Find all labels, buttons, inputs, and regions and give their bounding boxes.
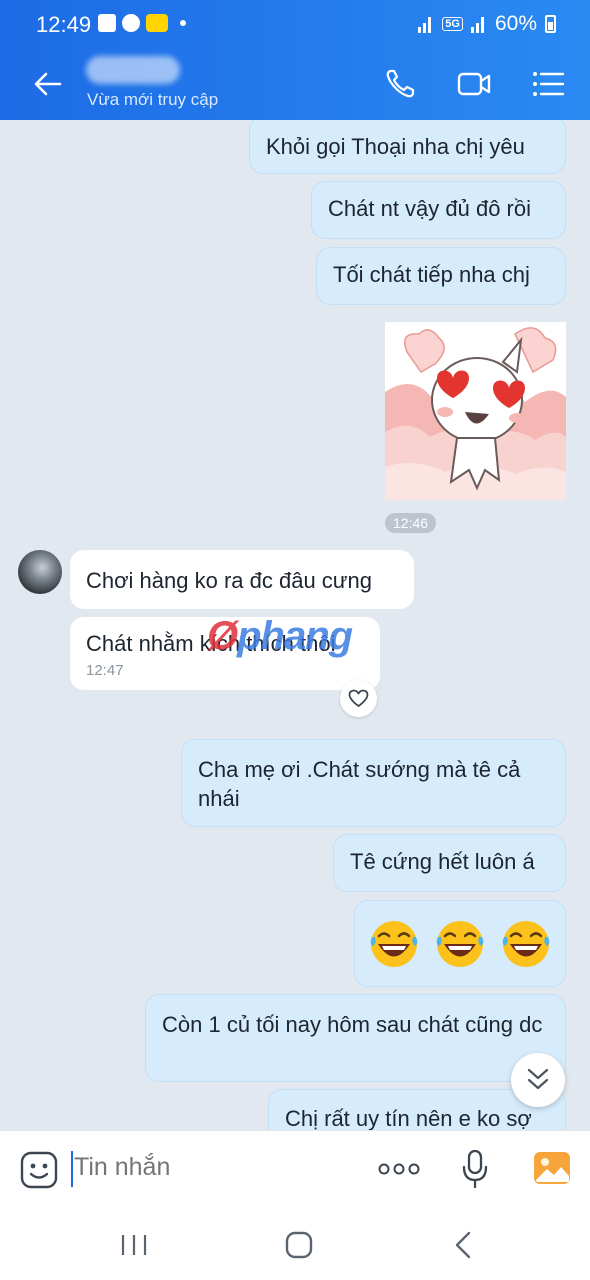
signal-icon-2	[470, 15, 487, 33]
outgoing-message[interactable]: Khỏi gọi Thoại nha chị yêu	[249, 120, 566, 174]
signal-icon	[418, 15, 434, 33]
message-timestamp: 12:47	[86, 662, 124, 679]
message-text: Chát nt vậy đủ đô rồi	[328, 196, 532, 221]
watermark-logo: Øphang	[207, 614, 353, 659]
outgoing-message[interactable]: Cha mẹ ơi .Chát sướng mà tê cả nhái	[181, 739, 566, 827]
list-menu-icon[interactable]	[530, 66, 566, 102]
system-navigation-bar	[0, 1208, 590, 1280]
sticker-timestamp: 12:46	[385, 513, 437, 533]
heart-icon	[348, 689, 369, 707]
back-nav-icon[interactable]	[447, 1228, 481, 1262]
watermark-prefix: Ø	[207, 614, 238, 658]
laughing-tears-emoji-icon	[370, 921, 418, 967]
outgoing-message[interactable]: Chát nt vậy đủ đô rồi	[311, 181, 566, 239]
home-icon[interactable]	[282, 1228, 316, 1262]
laughing-tears-emoji-icon	[436, 921, 484, 967]
contact-name-blurred[interactable]	[86, 56, 180, 84]
message-text: Khỏi gọi Thoại nha chị yêu	[266, 134, 525, 159]
system-indicators: 5G 60%	[418, 12, 556, 36]
battery-icon	[545, 15, 556, 33]
message-text: Chơi hàng ko ra đc đâu cưng	[86, 568, 372, 593]
network-type: 5G	[442, 17, 463, 31]
chevron-double-down-icon	[527, 1068, 549, 1090]
be-app-icon	[146, 14, 168, 32]
arrow-left-icon[interactable]	[30, 66, 66, 102]
gallery-notification-icon	[98, 14, 116, 32]
sticker-heart-eyes[interactable]	[385, 322, 566, 500]
recent-apps-icon[interactable]	[117, 1228, 151, 1262]
video-camera-icon[interactable]	[456, 66, 492, 102]
image-icon[interactable]	[533, 1149, 571, 1187]
emoji-row	[369, 919, 551, 969]
microphone-icon[interactable]	[460, 1149, 490, 1189]
notification-icons	[98, 14, 186, 32]
outgoing-message[interactable]: Còn 1 củ tối nay hôm sau chát cũng dc	[145, 994, 566, 1082]
message-text: Chị rất uy tín nên e ko sợ	[285, 1106, 532, 1130]
app-notification-icon	[122, 14, 140, 32]
outgoing-message[interactable]: Tối chát tiếp nha chj	[316, 247, 566, 305]
status-time: 12:49	[36, 12, 92, 37]
outgoing-message[interactable]: Tê cứng hết luôn á	[333, 834, 566, 892]
phone-icon[interactable]	[382, 66, 418, 102]
scroll-to-bottom-button[interactable]	[511, 1053, 565, 1107]
status-bar: 12:49 5G 60%	[0, 0, 590, 48]
message-text: Còn 1 củ tối nay hôm sau chát cũng dc	[162, 1012, 543, 1037]
heart-reaction-button[interactable]	[340, 680, 377, 717]
chat-header: Vừa mới truy cập	[0, 48, 590, 120]
incoming-message[interactable]: Chơi hàng ko ra đc đâu cưng	[70, 550, 414, 609]
more-notifications-dot-icon	[180, 20, 186, 26]
chat-messages-area[interactable]: Khỏi gọi Thoại nha chị yêu Chát nt vậy đ…	[0, 120, 590, 1130]
watermark-text: phang	[237, 614, 353, 658]
message-text: Cha mẹ ơi .Chát sướng mà tê cả nhái	[198, 757, 521, 811]
message-text: Tê cứng hết luôn á	[350, 849, 535, 874]
smiley-icon[interactable]	[20, 1151, 58, 1189]
battery-percent: 60%	[494, 12, 537, 35]
outgoing-emoji-message[interactable]	[354, 900, 566, 987]
more-dots-icon[interactable]	[378, 1159, 420, 1179]
contact-status: Vừa mới truy cập	[87, 90, 219, 109]
message-text: Tối chát tiếp nha chj	[333, 262, 530, 287]
avatar[interactable]	[18, 550, 62, 594]
laughing-tears-emoji-icon	[502, 921, 550, 967]
text-cursor	[71, 1151, 73, 1187]
message-input-bar	[0, 1130, 590, 1208]
message-input[interactable]	[74, 1153, 354, 1182]
